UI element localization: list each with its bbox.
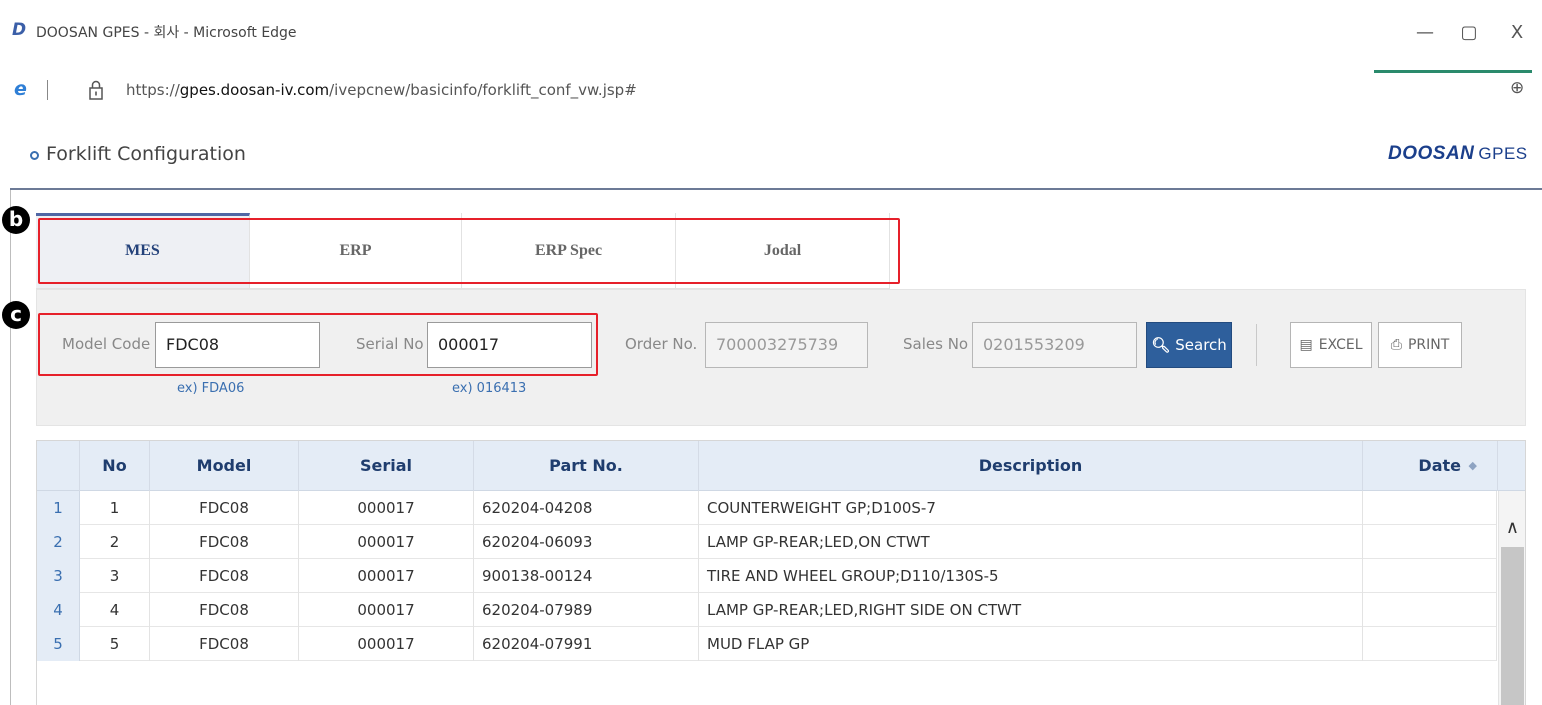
brand-sub: GPES bbox=[1478, 144, 1528, 163]
sales-no-label: Sales No bbox=[903, 335, 969, 353]
table-row[interactable]: 2 2 FDC08 000017 620204-06093 LAMP GP-RE… bbox=[37, 525, 1497, 559]
page-header: Forklift Configuration DOOSAN GPES bbox=[10, 118, 1542, 190]
cell-part-no: 900138-00124 bbox=[474, 559, 699, 593]
maximize-button[interactable]: ▢ bbox=[1454, 18, 1484, 48]
cell-serial: 000017 bbox=[299, 491, 474, 525]
cell-date bbox=[1363, 593, 1497, 627]
cell-description: TIRE AND WHEEL GROUP;D110/130S-5 bbox=[699, 559, 1363, 593]
model-code-hint: ex) FDA06 bbox=[177, 381, 245, 396]
cell-date bbox=[1363, 491, 1497, 525]
brand-logo: DOOSAN GPES bbox=[1388, 143, 1528, 165]
header-model[interactable]: Model bbox=[150, 441, 299, 491]
cell-no: 1 bbox=[80, 491, 150, 525]
browser-titlebar: D DOOSAN GPES - 회사 - Microsoft Edge — ▢ … bbox=[0, 0, 1542, 68]
lock-icon[interactable] bbox=[88, 80, 104, 100]
search-button[interactable]: 🔍︎ Search bbox=[1146, 322, 1232, 368]
row-number: 4 bbox=[37, 593, 80, 627]
cell-date bbox=[1363, 627, 1497, 661]
table-row[interactable]: 5 5 FDC08 000017 620204-07991 MUD FLAP G… bbox=[37, 627, 1497, 661]
cell-model: FDC08 bbox=[150, 559, 299, 593]
tabs-highlight-box bbox=[38, 218, 900, 284]
title-bullet-icon bbox=[30, 151, 39, 160]
cell-serial: 000017 bbox=[299, 627, 474, 661]
row-number: 3 bbox=[37, 559, 80, 593]
serial-no-hint: ex) 016413 bbox=[452, 381, 527, 396]
cell-no: 3 bbox=[80, 559, 150, 593]
header-rownum bbox=[37, 441, 80, 491]
cell-serial: 000017 bbox=[299, 559, 474, 593]
minimize-button[interactable]: — bbox=[1410, 18, 1440, 48]
page-title: Forklift Configuration bbox=[46, 143, 246, 165]
cell-description: COUNTERWEIGHT GP;D100S-7 bbox=[699, 491, 1363, 525]
order-no-label: Order No. bbox=[625, 335, 698, 353]
cell-no: 2 bbox=[80, 525, 150, 559]
cell-model: FDC08 bbox=[150, 491, 299, 525]
table-scrollbar[interactable]: ∧ bbox=[1498, 491, 1525, 705]
address-separator bbox=[47, 80, 48, 100]
cell-model: FDC08 bbox=[150, 525, 299, 559]
cell-no: 5 bbox=[80, 627, 150, 661]
cell-model: FDC08 bbox=[150, 593, 299, 627]
results-table: No Model Serial Part No. Description Dat… bbox=[36, 440, 1526, 705]
cell-description: LAMP GP-REAR;LED,RIGHT SIDE ON CTWT bbox=[699, 593, 1363, 627]
sales-no-input: 0201553209 bbox=[972, 322, 1137, 368]
url-text[interactable]: https://gpes.doosan-iv.com/ivepcnew/basi… bbox=[126, 81, 637, 99]
sort-icon: ◆ bbox=[1468, 459, 1477, 472]
cell-serial: 000017 bbox=[299, 593, 474, 627]
header-serial[interactable]: Serial bbox=[299, 441, 474, 491]
url-prefix: https:// bbox=[126, 81, 180, 99]
header-date-label: Date bbox=[1418, 456, 1461, 475]
cell-part-no: 620204-07989 bbox=[474, 593, 699, 627]
scroll-thumb[interactable] bbox=[1501, 547, 1524, 705]
row-number: 2 bbox=[37, 525, 80, 559]
print-button-label: PRINT bbox=[1407, 337, 1450, 353]
cell-description: MUD FLAP GP bbox=[699, 627, 1363, 661]
url-path: /ivepcnew/basicinfo/forklift_conf_vw.jsp… bbox=[329, 81, 637, 99]
content-left-border bbox=[10, 190, 11, 705]
cell-part-no: 620204-06093 bbox=[474, 525, 699, 559]
header-part-no[interactable]: Part No. bbox=[474, 441, 699, 491]
print-button[interactable]: ⎙ PRINT bbox=[1378, 322, 1462, 368]
printer-icon: ⎙ bbox=[1390, 337, 1402, 353]
row-number: 1 bbox=[37, 491, 80, 525]
excel-button[interactable]: ▤ EXCEL bbox=[1290, 322, 1372, 368]
excel-icon: ▤ bbox=[1299, 337, 1313, 353]
window-title: DOOSAN GPES - 회사 - Microsoft Edge bbox=[36, 25, 297, 41]
table-row[interactable]: 1 1 FDC08 000017 620204-04208 COUNTERWEI… bbox=[37, 491, 1497, 525]
excel-button-label: EXCEL bbox=[1318, 337, 1363, 353]
cell-part-no: 620204-04208 bbox=[474, 491, 699, 525]
header-date[interactable]: Date ◆ bbox=[1363, 441, 1498, 491]
edge-browser-icon: e bbox=[14, 78, 27, 100]
table-row[interactable]: 4 4 FDC08 000017 620204-07989 LAMP GP-RE… bbox=[37, 593, 1497, 627]
toolbar-separator bbox=[1256, 324, 1257, 366]
address-bar[interactable]: e https://gpes.doosan-iv.com/ivepcnew/ba… bbox=[0, 72, 1542, 110]
search-icon: 🔍︎ bbox=[1151, 336, 1171, 354]
cell-part-no: 620204-07991 bbox=[474, 627, 699, 661]
table-header: No Model Serial Part No. Description Dat… bbox=[37, 441, 1525, 491]
search-button-label: Search bbox=[1175, 336, 1227, 354]
cell-date bbox=[1363, 525, 1497, 559]
header-description[interactable]: Description bbox=[699, 441, 1363, 491]
brand-underline bbox=[1374, 70, 1532, 73]
zoom-icon[interactable]: ⊕ bbox=[1510, 78, 1532, 100]
annotation-badge-c: c bbox=[2, 301, 30, 329]
table-row[interactable]: 3 3 FDC08 000017 900138-00124 TIRE AND W… bbox=[37, 559, 1497, 593]
close-window-button[interactable]: X bbox=[1502, 18, 1532, 48]
cell-serial: 000017 bbox=[299, 525, 474, 559]
app-logo-icon: D bbox=[12, 20, 27, 40]
url-host: gpes.doosan-iv.com bbox=[179, 81, 330, 99]
cell-model: FDC08 bbox=[150, 627, 299, 661]
header-no[interactable]: No bbox=[80, 441, 150, 491]
cell-no: 4 bbox=[80, 593, 150, 627]
order-no-input: 700003275739 bbox=[705, 322, 868, 368]
row-number: 5 bbox=[37, 627, 80, 661]
cell-date bbox=[1363, 559, 1497, 593]
brand-main: DOOSAN bbox=[1388, 143, 1475, 164]
scroll-up-icon[interactable]: ∧ bbox=[1499, 517, 1526, 541]
annotation-badge-b: b bbox=[2, 206, 30, 234]
search-fields-highlight-box bbox=[38, 313, 598, 376]
cell-description: LAMP GP-REAR;LED,ON CTWT bbox=[699, 525, 1363, 559]
